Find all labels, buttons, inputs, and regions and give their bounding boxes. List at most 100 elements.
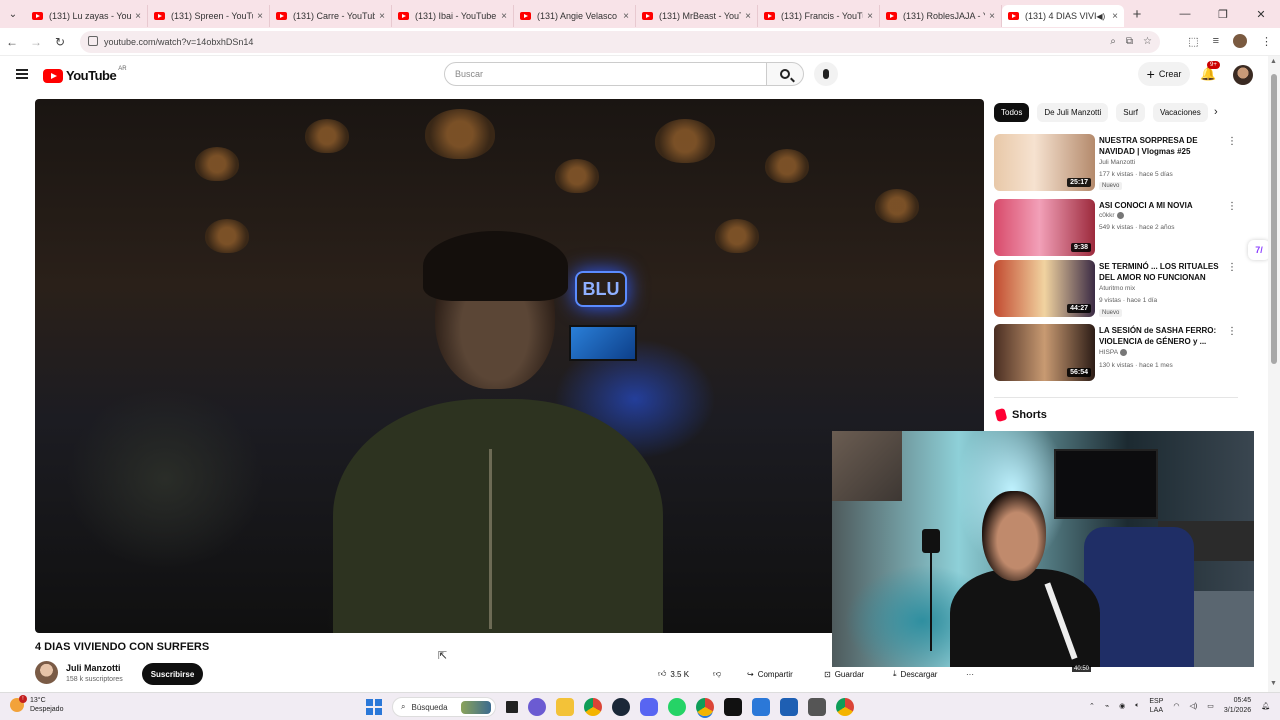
- tiktok-icon[interactable]: [724, 698, 742, 716]
- browser-tab[interactable]: (131) RoblesJAJA - Y ×: [880, 5, 1002, 27]
- voice-search-button[interactable]: [814, 62, 838, 86]
- chrome-active-icon[interactable]: [696, 698, 714, 716]
- store-icon[interactable]: [752, 698, 770, 716]
- browser-profile-avatar[interactable]: [1233, 34, 1247, 48]
- whatsapp-icon[interactable]: [668, 698, 686, 716]
- chip-surf[interactable]: Surf: [1116, 103, 1145, 122]
- speaker-icon[interactable]: ◀): [1096, 12, 1105, 21]
- tray-chevron-icon[interactable]: ⌃: [1089, 702, 1095, 710]
- calculator-icon[interactable]: [808, 698, 826, 716]
- notifications-bell-icon[interactable]: 🔔 9+: [1200, 61, 1220, 82]
- forward-icon[interactable]: →: [24, 35, 48, 49]
- video-thumbnail[interactable]: 56:54: [994, 324, 1095, 381]
- video-thumbnail[interactable]: 9:38: [994, 199, 1095, 256]
- browser-menu-icon[interactable]: ⋮: [1261, 35, 1272, 48]
- browser-tab[interactable]: (131) MrBeast - YouT ×: [636, 5, 758, 27]
- close-tab-icon[interactable]: ×: [501, 11, 507, 22]
- battery-icon[interactable]: ▭: [1207, 702, 1214, 710]
- notifications-icon[interactable]: 🔔︎: [1261, 702, 1270, 710]
- download-button[interactable]: ⤓ Descargar: [893, 663, 937, 685]
- recommendation-item[interactable]: 25:17 NUESTRA SORPRESA DE NAVIDAD | Vlog…: [994, 134, 1244, 192]
- steam-icon[interactable]: [612, 698, 630, 716]
- channel-avatar[interactable]: [35, 661, 58, 684]
- menu-hamburger-icon[interactable]: [16, 69, 28, 79]
- new-tab-icon[interactable]: +: [1124, 6, 1150, 23]
- subscribe-button[interactable]: Suscribirse: [142, 663, 203, 685]
- scroll-thumb[interactable]: [1271, 74, 1277, 364]
- account-avatar[interactable]: [1233, 65, 1253, 85]
- close-tab-icon[interactable]: ×: [745, 11, 751, 22]
- recommendation-item[interactable]: 56:54 LA SESIÓN de SASHA FERRO: VIOLENCI…: [994, 324, 1244, 382]
- speaker-icon[interactable]: ◁): [1190, 702, 1198, 710]
- chrome-profile-icon[interactable]: [836, 698, 854, 716]
- weather-widget[interactable]: ! 13°C Despejado: [10, 695, 63, 714]
- dislike-button[interactable]: 👎︎: [713, 663, 721, 685]
- bookmark-star-icon[interactable]: ☆: [1143, 36, 1152, 47]
- chip-channel[interactable]: De Juli Manzotti: [1037, 103, 1109, 122]
- scroll-up-icon[interactable]: ▲: [1270, 58, 1277, 65]
- more-actions-button[interactable]: ···: [966, 663, 974, 685]
- site-info-icon[interactable]: [88, 36, 98, 46]
- chip-vacaciones[interactable]: Vacaciones: [1152, 103, 1208, 122]
- volume-icon[interactable]: 🔈︎: [1135, 702, 1139, 710]
- search-input[interactable]: Buscar: [444, 62, 767, 86]
- more-options-icon[interactable]: ⋮: [1227, 326, 1237, 337]
- tab-search-chevron-icon[interactable]: ⌄: [0, 0, 26, 28]
- recommendation-item[interactable]: 44:27 SE TERMINÓ ... LOS RITUALES DEL AM…: [994, 260, 1244, 318]
- channel-name[interactable]: Juli Manzotti: [66, 663, 121, 673]
- browser-tab[interactable]: (131) Francis - YouTu ×: [758, 5, 880, 27]
- minimize-icon[interactable]: —: [1166, 8, 1204, 20]
- more-options-icon[interactable]: ⋮: [1227, 262, 1237, 273]
- language-indicator[interactable]: ESP LAA: [1149, 697, 1163, 715]
- more-options-icon[interactable]: ⋮: [1227, 136, 1237, 147]
- close-tab-icon[interactable]: ×: [379, 11, 385, 22]
- browser-tab-active[interactable]: (131) 4 DIAS VIVI ◀) ×: [1002, 5, 1124, 27]
- save-button[interactable]: ⊡ Guardar: [824, 663, 864, 685]
- teams-chat-icon[interactable]: [528, 698, 546, 716]
- close-tab-icon[interactable]: ×: [989, 11, 995, 22]
- browser-tab[interactable]: (131) Angie Velasco - ×: [514, 5, 636, 27]
- close-tab-icon[interactable]: ×: [1112, 11, 1118, 22]
- video-thumbnail[interactable]: 25:17: [994, 134, 1095, 191]
- back-icon[interactable]: ←: [0, 35, 24, 49]
- like-button[interactable]: 👍︎ 3.5 K: [658, 663, 689, 685]
- page-scrollbar[interactable]: ▲ ▼: [1268, 56, 1280, 692]
- clock[interactable]: 05:45 3/1/2026: [1224, 696, 1251, 716]
- scroll-down-icon[interactable]: ▼: [1270, 680, 1277, 687]
- chip-all[interactable]: Todos: [994, 103, 1030, 122]
- windows-start-icon[interactable]: [366, 699, 382, 715]
- media-queue-icon[interactable]: ≡: [1213, 35, 1219, 47]
- recommendation-item[interactable]: 9:38 ASI CONOCI A MI NOVIA c0kkr 549 k v…: [994, 199, 1244, 257]
- app-icon[interactable]: [780, 698, 798, 716]
- close-tab-icon[interactable]: ×: [135, 11, 141, 22]
- tray-app-icon[interactable]: ◉: [1119, 702, 1125, 710]
- create-button[interactable]: + Crear: [1138, 62, 1190, 86]
- chrome-icon[interactable]: [584, 698, 602, 716]
- network-icon[interactable]: ⌁: [1105, 702, 1109, 710]
- chevron-right-icon[interactable]: ›: [1214, 106, 1218, 118]
- browser-tab[interactable]: (131) Carre - YouTube ×: [270, 5, 392, 27]
- close-window-icon[interactable]: ✕: [1242, 8, 1280, 21]
- maximize-icon[interactable]: ❐: [1204, 8, 1242, 21]
- wifi-icon[interactable]: ◠: [1173, 702, 1179, 710]
- task-view-icon[interactable]: [506, 701, 518, 713]
- share-button[interactable]: ↪ Compartir: [747, 663, 793, 685]
- close-tab-icon[interactable]: ×: [623, 11, 629, 22]
- more-options-icon[interactable]: ⋮: [1227, 201, 1237, 212]
- browser-tab[interactable]: (131) Spreen - YouTub ×: [148, 5, 270, 27]
- search-button[interactable]: [766, 62, 804, 86]
- reload-icon[interactable]: ↻: [48, 35, 72, 49]
- close-tab-icon[interactable]: ×: [867, 11, 873, 22]
- extension-widget-icon[interactable]: 7/: [1248, 240, 1270, 260]
- extensions-icon[interactable]: ⬚: [1188, 35, 1198, 48]
- install-app-icon[interactable]: ⧉: [1126, 36, 1133, 47]
- address-bar[interactable]: youtube.com/watch?v=14obxhDSn14 ⌕ ⧉ ☆: [80, 31, 1160, 53]
- file-explorer-icon[interactable]: [556, 698, 574, 716]
- youtube-logo[interactable]: YouTube AR: [43, 66, 127, 83]
- taskbar-search[interactable]: ⌕ Búsqueda: [392, 697, 496, 717]
- close-tab-icon[interactable]: ×: [257, 11, 263, 22]
- browser-tab[interactable]: (131) Ibai - YouTube ×: [392, 5, 514, 27]
- zoom-icon[interactable]: ⌕: [1110, 36, 1116, 47]
- discord-icon[interactable]: [640, 698, 658, 716]
- browser-tab[interactable]: (131) Lu zayas - YouT ×: [26, 5, 148, 27]
